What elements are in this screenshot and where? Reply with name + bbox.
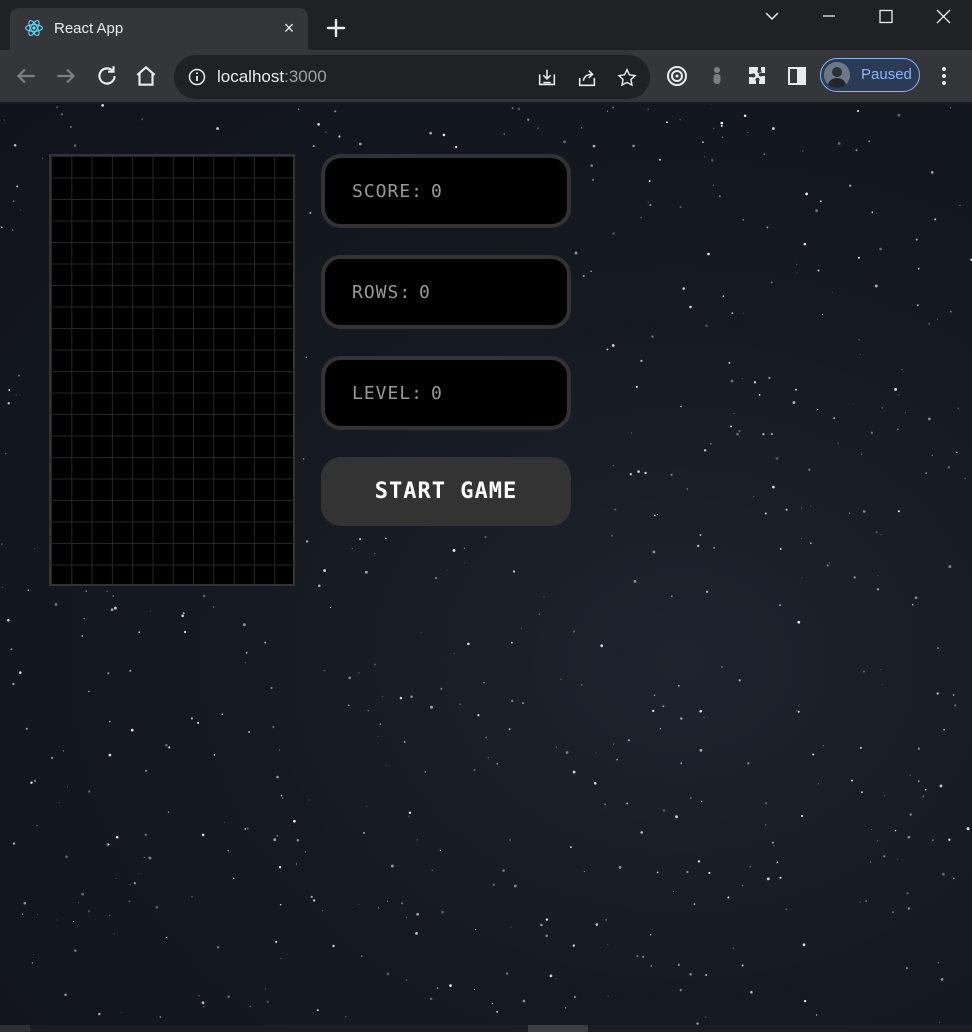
profile-button[interactable]: Paused [820, 58, 920, 92]
share-icon[interactable] [576, 67, 598, 89]
avatar [824, 62, 850, 88]
address-bar[interactable]: localhost:3000 [174, 55, 650, 99]
tetris-stage [49, 154, 295, 586]
level-display: LEVEL: 0 [321, 356, 571, 430]
start-game-button[interactable]: START GAME [321, 457, 571, 526]
tab-strip: React App × [0, 0, 972, 50]
minimize-icon[interactable] [799, 0, 857, 32]
install-app-icon[interactable] [536, 67, 558, 89]
extension-target-icon[interactable] [665, 64, 689, 88]
horizontal-scrollbar[interactable] [0, 1025, 972, 1032]
new-tab-icon[interactable] [324, 16, 348, 40]
scrollbar-thumb[interactable] [528, 1025, 588, 1032]
extension-figure-icon[interactable] [705, 64, 729, 88]
extensions-puzzle-icon[interactable] [745, 64, 769, 88]
url-host: localhost [217, 67, 285, 86]
window-close-icon[interactable] [913, 0, 971, 32]
rows-label: ROWS: [352, 282, 412, 303]
browser-tab[interactable]: React App × [10, 8, 308, 50]
side-panel-icon[interactable] [785, 64, 809, 88]
browser-toolbar: localhost:3000 Paused [0, 50, 972, 103]
url-text: localhost:3000 [217, 67, 327, 87]
level-value: 0 [431, 383, 443, 404]
react-logo-icon [25, 20, 43, 36]
tetris-page: SCORE: 0 ROWS: 0 LEVEL: 0 START GAME [0, 104, 972, 1032]
tab-title: React App [54, 20, 124, 37]
rows-display: ROWS: 0 [321, 255, 571, 329]
url-port: :3000 [284, 67, 327, 86]
profile-status: Paused [861, 66, 912, 83]
reload-icon[interactable] [94, 63, 120, 89]
site-info-icon[interactable] [188, 68, 206, 86]
tab-search-icon[interactable] [742, 0, 800, 32]
rows-value: 0 [419, 282, 431, 303]
bookmark-star-icon[interactable] [616, 67, 638, 89]
forward-icon[interactable] [53, 63, 79, 89]
home-icon[interactable] [133, 63, 159, 89]
back-icon[interactable] [13, 63, 39, 89]
scrollbar-arrow[interactable] [0, 1025, 30, 1032]
score-display: SCORE: 0 [321, 154, 571, 228]
score-value: 0 [431, 181, 443, 202]
menu-kebab-icon[interactable] [932, 64, 956, 88]
level-label: LEVEL: [352, 383, 424, 404]
maximize-icon[interactable] [856, 0, 914, 32]
tab-close-icon[interactable]: × [278, 17, 300, 39]
score-label: SCORE: [352, 181, 424, 202]
